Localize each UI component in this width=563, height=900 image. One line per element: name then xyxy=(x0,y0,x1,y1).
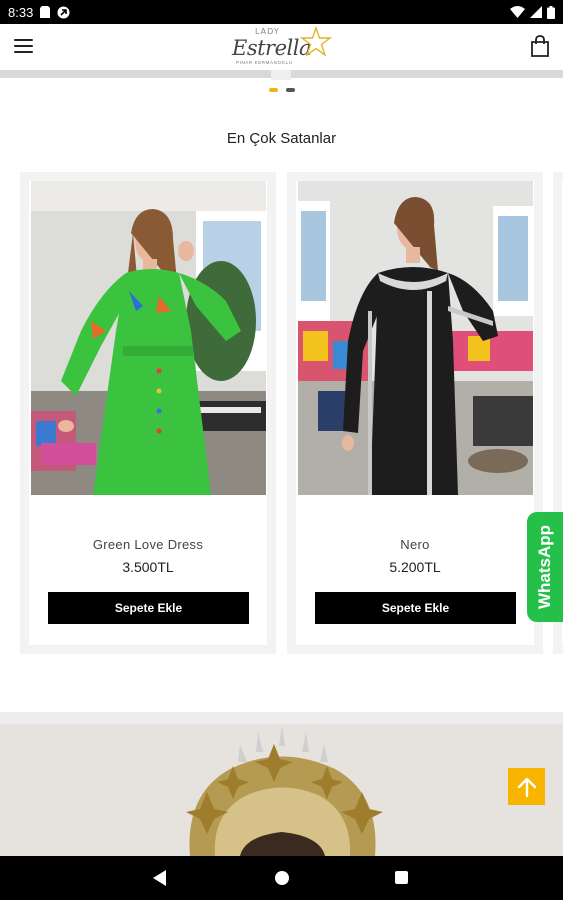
product-card[interactable]: Green Love Dress 3.500TL Sepete Ekle xyxy=(20,172,276,654)
promo-banner-image[interactable] xyxy=(0,724,563,856)
slider-pagination xyxy=(269,88,295,92)
add-to-cart-button[interactable]: Sepete Ekle xyxy=(48,592,249,624)
arrow-up-icon xyxy=(517,777,536,797)
android-navigation-bar xyxy=(0,856,563,900)
wifi-icon xyxy=(510,6,525,18)
product-name[interactable]: Nero xyxy=(296,537,534,552)
whatsapp-label: WhatsApp xyxy=(535,524,554,610)
logo-top-text: LADY xyxy=(255,27,280,36)
brand-logo[interactable]: LADY Estrella PINAR KERMANOGLU xyxy=(228,24,334,70)
whatsapp-button[interactable]: WhatsApp xyxy=(527,512,563,622)
product-image[interactable] xyxy=(31,181,266,495)
product-price: 3.500TL xyxy=(122,559,174,575)
shopping-bag-icon[interactable] xyxy=(530,35,550,57)
app-notification-icon xyxy=(57,6,70,18)
logo-sub-text: PINAR KERMANOGLU xyxy=(236,60,293,65)
section-divider xyxy=(0,712,563,724)
app-header: LADY Estrella PINAR KERMANOGLU xyxy=(0,24,563,70)
slider-handle xyxy=(271,70,291,80)
section-title: En Çok Satanlar xyxy=(226,130,337,147)
product-name[interactable]: Green Love Dress xyxy=(29,537,267,552)
back-icon[interactable] xyxy=(153,870,167,886)
slider-dot[interactable] xyxy=(286,88,295,92)
add-to-cart-button[interactable]: Sepete Ekle xyxy=(315,592,516,624)
menu-button[interactable] xyxy=(14,39,33,54)
status-bar: 8:33 xyxy=(0,0,563,24)
home-icon[interactable] xyxy=(275,871,289,885)
battery-icon xyxy=(547,5,555,19)
sim-card-icon xyxy=(40,6,51,18)
hamburger-icon-line xyxy=(14,39,33,41)
product-price: 5.200TL xyxy=(389,559,441,575)
product-card[interactable]: Nero 5.200TL Sepete Ekle xyxy=(287,172,543,654)
scroll-to-top-button[interactable] xyxy=(508,768,545,805)
slider-dot-active[interactable] xyxy=(269,88,278,92)
signal-icon xyxy=(530,6,542,18)
product-image[interactable] xyxy=(298,181,533,495)
star-icon xyxy=(300,26,332,57)
hamburger-icon-line xyxy=(14,51,33,53)
status-time: 8:33 xyxy=(8,4,34,20)
hamburger-icon-line xyxy=(14,45,33,47)
recent-apps-icon[interactable] xyxy=(395,871,408,884)
